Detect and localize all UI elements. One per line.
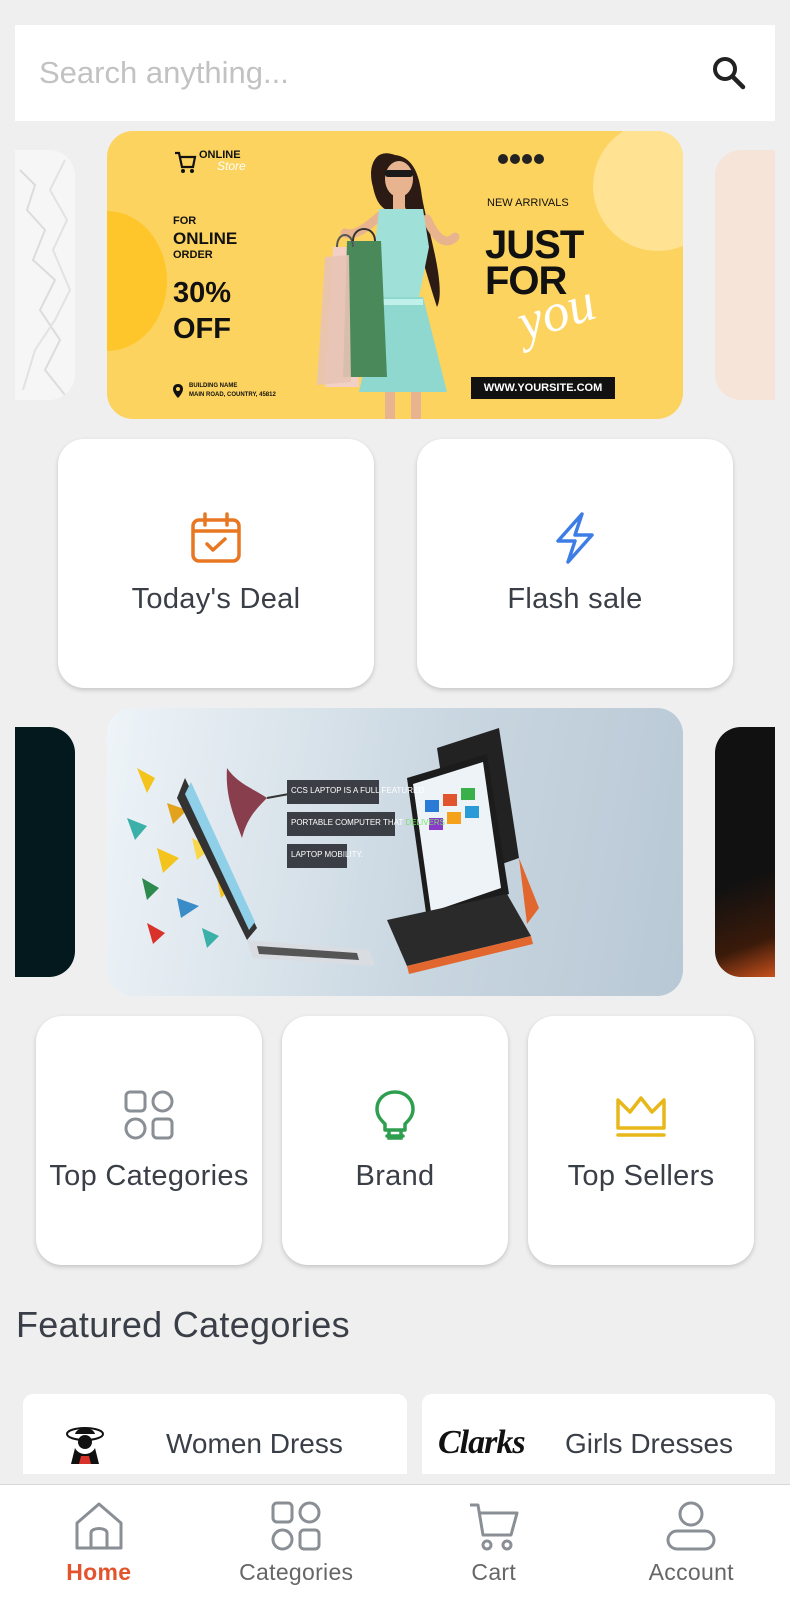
promo-banner-laptop[interactable]: CCS LAPTOP IS A FULL FEATURED PORTABLE C… [107,708,683,996]
top-categories-card[interactable]: Top Categories [36,1016,262,1265]
nav-home[interactable]: Home [0,1485,198,1600]
brand-label: Brand [355,1160,435,1192]
promo-line-2: PORTABLE COMPUTER THAT DELIVERS [291,818,445,827]
grid-icon [124,1090,174,1140]
promo-online-text: ONLINE [173,229,238,248]
todays-deal-label: Today's Deal [131,583,301,615]
promo-line-2-text: PORTABLE COMPUTER THAT [291,818,406,827]
crown-icon [616,1096,666,1137]
promo-off-text: OFF [173,313,231,345]
promo-order-text: ORDER [173,249,213,261]
bottom-navigation: Home Categories Cart Account [0,1484,790,1600]
cart-icon [469,1503,519,1551]
nav-cart-label: Cart [471,1559,517,1585]
brand-card[interactable]: Brand [282,1016,508,1265]
search-input[interactable] [39,55,707,91]
clarks-logo: Clarks [438,1424,526,1461]
featured-category-label: Women Dress [166,1428,343,1459]
promo-discount: 30% [173,277,232,309]
texture-pattern [15,150,75,400]
address-line-2: MAIN ROAD, COUNTRY, 45812 [189,392,276,398]
calendar-check-icon [191,512,241,563]
featured-categories-title: Featured Categories [16,1304,350,1345]
carousel-next-slide[interactable] [715,150,775,400]
new-arrivals-text: NEW ARRIVALS [487,197,569,209]
promo-banner-fashion[interactable]: ONLINE Store FOR ONLINE ORDER 30% OFF BU… [107,131,683,419]
flash-sale-label: Flash sale [507,583,643,615]
search-icon [713,57,746,90]
carousel-next-slide[interactable] [715,727,775,977]
nav-account-label: Account [648,1559,734,1585]
flash-sale-card[interactable]: Flash sale [417,439,733,688]
logo-subtext: Store [217,159,246,173]
location-pin-icon [173,384,183,398]
user-icon [666,1501,716,1551]
carousel-prev-slide[interactable] [15,150,75,400]
social-icons [498,154,544,164]
promo-line-2-highlight: DELIVERS [405,818,445,827]
woman-hat-logo-icon [66,1427,104,1464]
nav-home-label: Home [66,1559,132,1585]
nav-cart[interactable]: Cart [395,1485,593,1600]
laptop-illustration [127,728,539,974]
search-bar [15,25,775,121]
top-categories-label: Top Categories [49,1160,249,1192]
featured-category-label: Girls Dresses [565,1428,734,1459]
promo-line-1: CCS LAPTOP IS A FULL FEATURED [291,786,425,795]
nav-account[interactable]: Account [593,1485,790,1600]
promo-for-text: FOR [173,215,197,227]
promo-line-3: LAPTOP MOBILITY. [291,850,364,859]
top-sellers-card[interactable]: Top Sellers [528,1016,754,1265]
featured-category-girls-dresses[interactable]: Clarks Girls Dresses [422,1394,775,1474]
cart-logo-icon [175,151,197,173]
url-text: WWW.YOURSITE.COM [483,382,603,394]
lightbulb-icon [375,1090,415,1140]
shopping-model-illustration [317,153,460,419]
nav-categories[interactable]: Categories [198,1485,396,1600]
lightning-icon [556,512,594,564]
todays-deal-card[interactable]: Today's Deal [58,439,374,688]
home-icon [75,1502,123,1550]
url-badge: WWW.YOURSITE.COM [471,377,615,399]
address-line-1: BUILDING NAME [189,383,238,389]
carousel-prev-slide[interactable] [15,727,75,977]
decor-circle [107,211,167,351]
featured-category-women-dress[interactable]: Women Dress [23,1394,407,1474]
grid-icon [271,1501,321,1551]
search-button[interactable] [707,51,751,95]
top-sellers-label: Top Sellers [567,1160,715,1192]
decor-circle [593,131,683,251]
nav-categories-label: Categories [239,1559,354,1585]
